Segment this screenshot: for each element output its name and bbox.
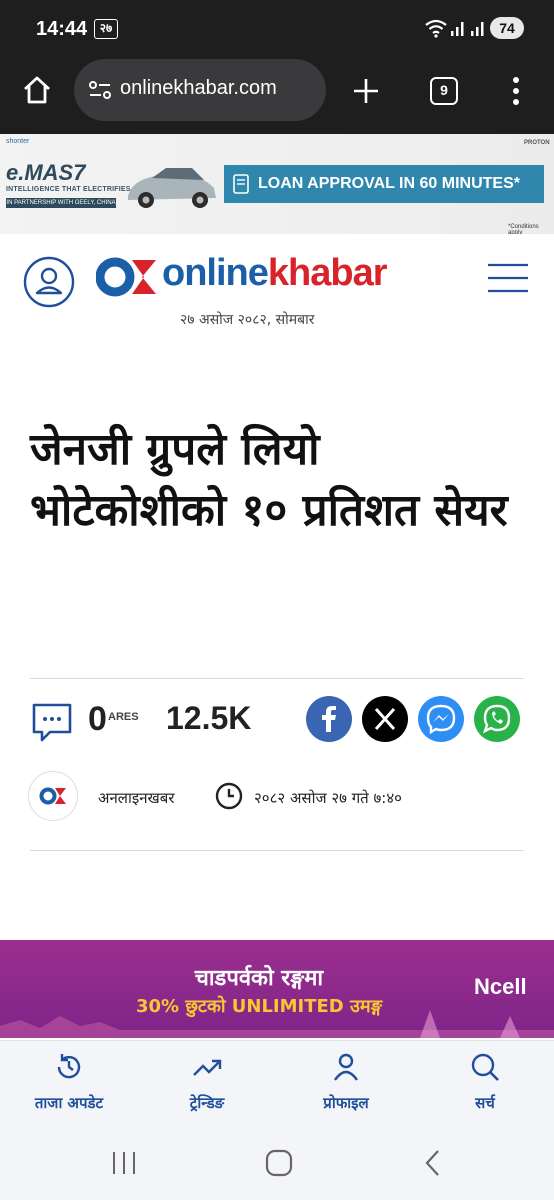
logo-icon: [96, 257, 156, 297]
x-icon: [374, 707, 396, 731]
ad-line-1: चाडपर्वको रङ्गमा: [194, 966, 324, 991]
tab-switcher-button[interactable]: 9: [430, 77, 458, 105]
back-icon[interactable]: [422, 1148, 444, 1178]
logo-khabar: khabar: [267, 252, 388, 294]
nav-latest-updates[interactable]: ताजा अपडेट: [0, 1041, 138, 1127]
facebook-share-button[interactable]: [306, 696, 352, 742]
ad-maker: PROTON: [524, 140, 550, 146]
battery-icon: 74: [490, 17, 524, 39]
ad-line-2: 30% छुटको UNLIMITED उमङ्ग: [135, 996, 383, 1017]
nav-label: प्रोफाइल: [323, 1094, 369, 1112]
signal-icon: [471, 22, 484, 36]
bottom-navigation: ताजा अपडेट ट्रेन्डिङ प्रोफाइल सर्च: [0, 1040, 554, 1126]
ad-loan-text: LOAN APPROVAL IN 60 MINUTES*: [258, 175, 520, 192]
article-author[interactable]: अनलाइनखबर: [98, 788, 175, 808]
system-navigation-bar: [0, 1126, 554, 1200]
x-share-button[interactable]: [362, 696, 408, 742]
status-time: 14:44: [36, 18, 88, 40]
site-date: २७ असोज २०८२, सोमबार: [180, 312, 315, 328]
home-button-icon[interactable]: [264, 1148, 294, 1178]
nav-label: ताजा अपडेट: [34, 1094, 104, 1112]
logo-online: online: [162, 252, 269, 294]
search-icon: [471, 1053, 499, 1081]
top-ad-banner[interactable]: shonter e.MAS7 INTELLIGENCE THAT ELECTRI…: [0, 134, 554, 234]
whatsapp-share-button[interactable]: [474, 696, 520, 742]
date-badge: २७: [94, 19, 118, 39]
ncell-ad-banner[interactable]: चाडपर्वको रङ्गमा 30% छुटको UNLIMITED उमङ…: [0, 940, 554, 1038]
trending-icon: [193, 1059, 222, 1076]
wifi-icon: [425, 19, 447, 38]
messenger-icon: [426, 704, 456, 735]
nav-trending[interactable]: ट्रेन्डिङ: [138, 1041, 276, 1127]
menu-icon[interactable]: [510, 76, 522, 106]
comment-icon[interactable]: [30, 702, 74, 744]
ad-loan-banner: LOAN APPROVAL IN 60 MINUTES*: [224, 165, 544, 203]
profile-icon: [334, 1053, 358, 1081]
share-label: ARES: [106, 711, 139, 723]
nav-profile[interactable]: प्रोफाइल: [277, 1041, 415, 1127]
nav-label: सर्च: [475, 1094, 495, 1112]
url-text: onlinekhabar.com: [120, 77, 277, 99]
share-count: 0: [88, 700, 107, 738]
ad-sponsor: shonter: [6, 138, 30, 145]
user-account-icon[interactable]: [23, 256, 75, 308]
new-tab-icon[interactable]: [352, 77, 380, 105]
clock-icon: [215, 782, 243, 810]
site-logo[interactable]: onlinekhabar: [162, 252, 388, 295]
view-count: 12.5K: [166, 700, 252, 736]
nav-label: ट्रेन्डिङ: [189, 1094, 225, 1112]
car-image: [128, 168, 216, 208]
whatsapp-icon: [482, 704, 511, 734]
site-settings-icon[interactable]: [88, 80, 112, 100]
nav-search[interactable]: सर्च: [416, 1041, 554, 1127]
history-icon: [57, 1054, 81, 1079]
browser-toolbar: onlinekhabar.com 9: [0, 56, 554, 134]
divider: [30, 850, 524, 851]
publish-date: २०८२ असोज २७ गते ७:४०: [254, 789, 402, 807]
home-icon[interactable]: [21, 74, 53, 106]
ad-brand: e.MAS7: [6, 160, 86, 185]
recent-apps-icon[interactable]: [110, 1150, 138, 1176]
status-bar: 14:44 २७ 74: [0, 0, 554, 56]
ad-partner: IN PARTNERSHIP WITH GEELY, CHINA: [6, 198, 116, 208]
author-avatar: [28, 771, 78, 821]
logo-icon: [39, 787, 66, 805]
facebook-icon: [322, 706, 336, 732]
article-headline: जेनजी ग्रुपले लियो भोटेकोशीको १० प्रतिशत…: [30, 424, 508, 536]
document-icon: [233, 174, 249, 194]
hamburger-menu-icon[interactable]: [486, 262, 530, 294]
messenger-share-button[interactable]: [418, 696, 464, 742]
ad-conditions: *Conditions apply: [508, 224, 539, 234]
ad-tagline: INTELLIGENCE THAT ELECTRIFIES: [6, 186, 131, 193]
divider: [30, 678, 524, 679]
signal-icon: [451, 22, 464, 36]
ad-brand: Ncell: [474, 974, 527, 999]
address-bar[interactable]: onlinekhabar.com: [74, 59, 326, 121]
